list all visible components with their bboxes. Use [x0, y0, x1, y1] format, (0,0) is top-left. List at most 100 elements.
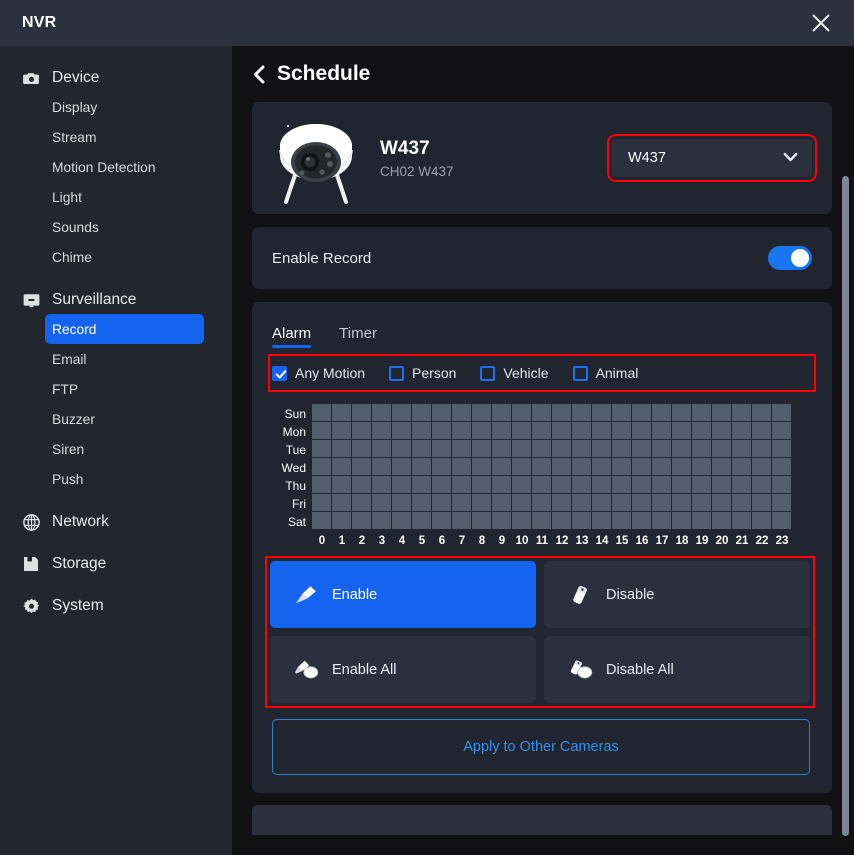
schedule-cell[interactable] [592, 512, 611, 529]
schedule-cell[interactable] [672, 440, 691, 457]
schedule-cell[interactable] [352, 440, 371, 457]
schedule-cell[interactable] [372, 494, 391, 511]
schedule-cell[interactable] [352, 422, 371, 439]
disable-all-button[interactable]: Disable All [544, 636, 810, 703]
sidebar-group-storage[interactable]: Storage [22, 548, 232, 578]
schedule-cell[interactable] [492, 422, 511, 439]
schedule-cell[interactable] [352, 458, 371, 475]
schedule-cell[interactable] [652, 422, 671, 439]
schedule-cell[interactable] [432, 440, 451, 457]
schedule-cell[interactable] [532, 494, 551, 511]
schedule-cell[interactable] [572, 440, 591, 457]
schedule-cell[interactable] [652, 476, 671, 493]
schedule-cell[interactable] [432, 422, 451, 439]
schedule-cell[interactable] [352, 404, 371, 421]
schedule-cell[interactable] [732, 512, 751, 529]
schedule-cell[interactable] [372, 440, 391, 457]
enable-all-button[interactable]: Enable All [270, 636, 536, 703]
schedule-cell[interactable] [732, 458, 751, 475]
schedule-cell[interactable] [772, 494, 791, 511]
schedule-cell[interactable] [552, 458, 571, 475]
schedule-cell[interactable] [452, 512, 471, 529]
schedule-cell[interactable] [672, 422, 691, 439]
checkbox-any-motion[interactable]: Any Motion [272, 365, 365, 381]
schedule-cell[interactable] [632, 404, 651, 421]
schedule-cell[interactable] [712, 422, 731, 439]
schedule-cell[interactable] [512, 440, 531, 457]
schedule-cell[interactable] [412, 422, 431, 439]
schedule-cell[interactable] [632, 422, 651, 439]
schedule-cell[interactable] [692, 512, 711, 529]
schedule-cell[interactable] [692, 458, 711, 475]
schedule-cell[interactable] [712, 476, 731, 493]
schedule-cell[interactable] [452, 440, 471, 457]
schedule-cell[interactable] [352, 476, 371, 493]
schedule-cell[interactable] [652, 512, 671, 529]
schedule-cell[interactable] [512, 476, 531, 493]
sidebar-item-display[interactable]: Display [45, 92, 204, 122]
schedule-cell[interactable] [752, 404, 771, 421]
schedule-cell[interactable] [752, 458, 771, 475]
sidebar-item-record[interactable]: Record [45, 314, 204, 344]
schedule-cell[interactable] [632, 440, 651, 457]
schedule-cell[interactable] [392, 512, 411, 529]
schedule-cell[interactable] [752, 476, 771, 493]
schedule-cell[interactable] [612, 476, 631, 493]
sidebar-group-surveillance[interactable]: Surveillance [22, 284, 232, 314]
schedule-cell[interactable] [332, 494, 351, 511]
schedule-cell[interactable] [532, 476, 551, 493]
schedule-cell[interactable] [532, 422, 551, 439]
schedule-cell[interactable] [712, 440, 731, 457]
schedule-cell[interactable] [572, 404, 591, 421]
schedule-cell[interactable] [312, 458, 331, 475]
schedule-cell[interactable] [612, 494, 631, 511]
schedule-cell[interactable] [392, 494, 411, 511]
schedule-cell[interactable] [352, 512, 371, 529]
schedule-cell[interactable] [552, 512, 571, 529]
schedule-cell[interactable] [772, 404, 791, 421]
schedule-cell[interactable] [592, 404, 611, 421]
schedule-cell[interactable] [552, 440, 571, 457]
schedule-cell[interactable] [612, 440, 631, 457]
schedule-cell[interactable] [412, 404, 431, 421]
schedule-cell[interactable] [692, 422, 711, 439]
schedule-cell[interactable] [652, 440, 671, 457]
schedule-cell[interactable] [592, 440, 611, 457]
schedule-cell[interactable] [772, 440, 791, 457]
sidebar-item-push[interactable]: Push [45, 464, 204, 494]
schedule-cell[interactable] [572, 512, 591, 529]
schedule-cell[interactable] [772, 512, 791, 529]
schedule-cell[interactable] [552, 494, 571, 511]
schedule-cell[interactable] [692, 440, 711, 457]
enable-record-toggle[interactable] [768, 246, 812, 270]
camera-selector[interactable]: W437 [607, 134, 817, 182]
schedule-cell[interactable] [592, 458, 611, 475]
schedule-cell[interactable] [572, 458, 591, 475]
sidebar-item-email[interactable]: Email [45, 344, 204, 374]
schedule-cell[interactable] [632, 476, 651, 493]
schedule-cell[interactable] [312, 494, 331, 511]
schedule-cell[interactable] [412, 458, 431, 475]
enable-button[interactable]: Enable [270, 561, 536, 628]
schedule-cell[interactable] [692, 404, 711, 421]
schedule-cell[interactable] [492, 404, 511, 421]
schedule-cell[interactable] [612, 404, 631, 421]
schedule-cell[interactable] [332, 458, 351, 475]
schedule-cell[interactable] [432, 494, 451, 511]
disable-button[interactable]: Disable [544, 561, 810, 628]
schedule-cell[interactable] [732, 494, 751, 511]
schedule-cell[interactable] [552, 404, 571, 421]
schedule-cell[interactable] [392, 422, 411, 439]
sidebar-item-chime[interactable]: Chime [45, 242, 204, 272]
schedule-cell[interactable] [452, 458, 471, 475]
schedule-cell[interactable] [332, 404, 351, 421]
schedule-cell[interactable] [452, 476, 471, 493]
schedule-cell[interactable] [472, 440, 491, 457]
schedule-cell[interactable] [352, 494, 371, 511]
schedule-cell[interactable] [592, 494, 611, 511]
schedule-cell[interactable] [732, 422, 751, 439]
schedule-cell[interactable] [752, 512, 771, 529]
schedule-cell[interactable] [712, 494, 731, 511]
schedule-cell[interactable] [472, 494, 491, 511]
schedule-cell[interactable] [392, 458, 411, 475]
